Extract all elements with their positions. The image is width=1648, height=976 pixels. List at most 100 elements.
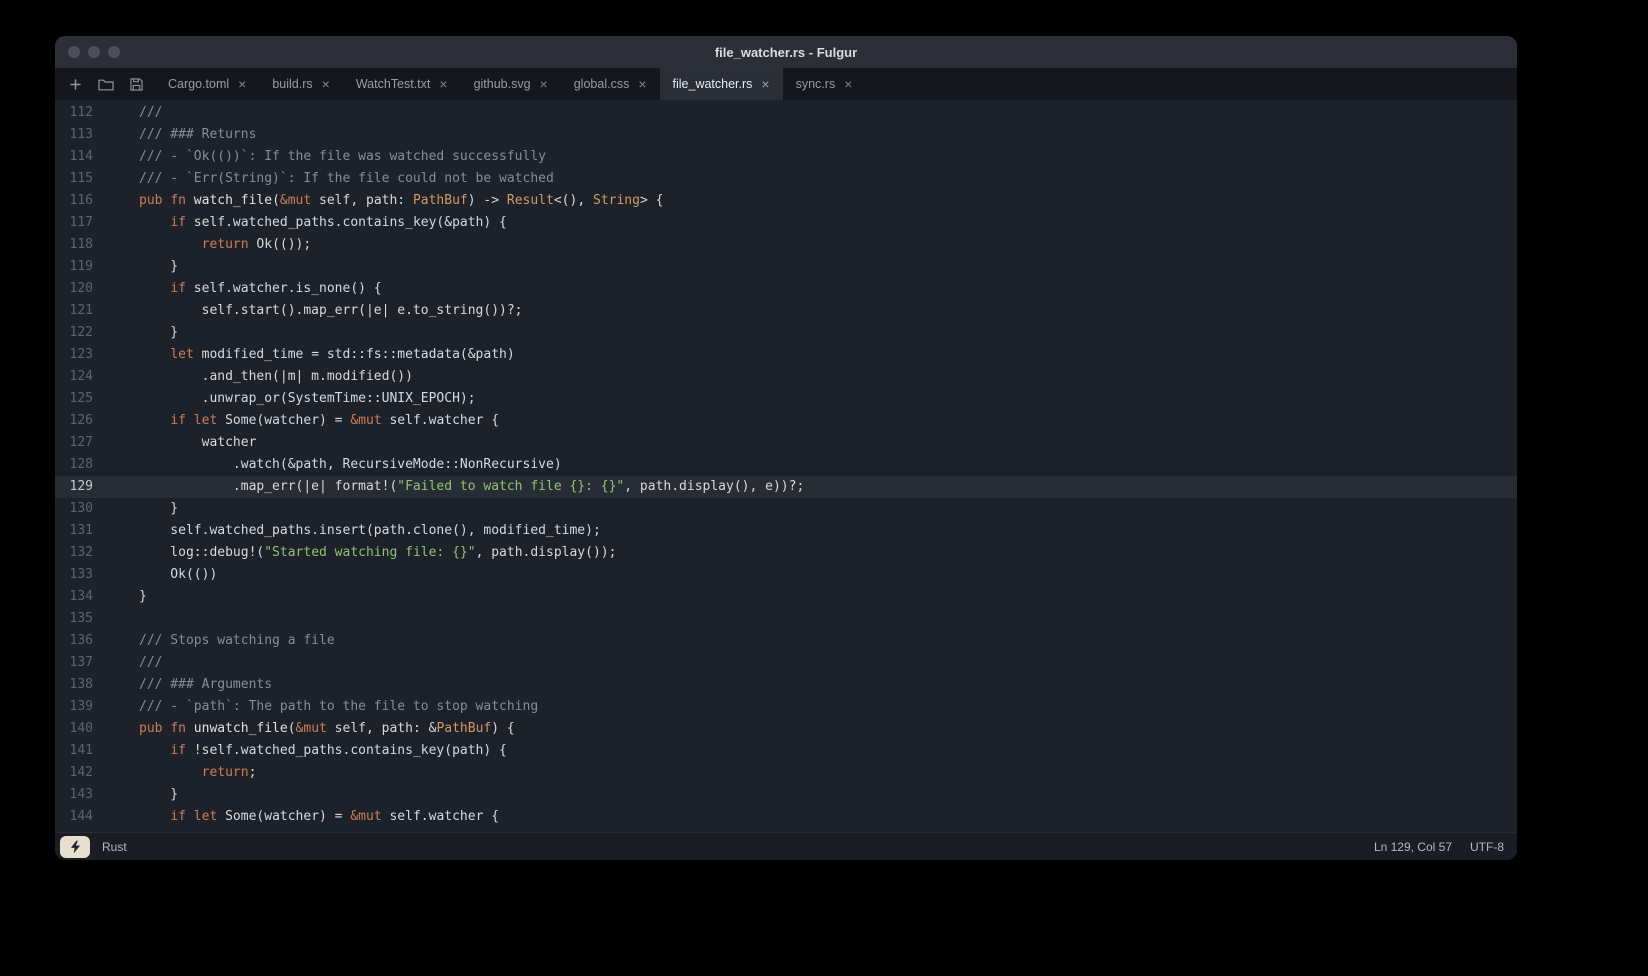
line-number: 121 xyxy=(55,300,93,322)
code-line-112[interactable]: 112/// xyxy=(55,102,1517,124)
code-line-121[interactable]: 121 self.start().map_err(|e| e.to_string… xyxy=(55,300,1517,322)
code-text: /// ### Arguments xyxy=(93,674,272,696)
line-number: 141 xyxy=(55,740,93,762)
code-text: self.start().map_err(|e| e.to_string())?… xyxy=(93,300,523,322)
line-number: 139 xyxy=(55,696,93,718)
code-line-144[interactable]: 144 if let Some(watcher) = &mut self.wat… xyxy=(55,806,1517,828)
tab-file-watcher-rs[interactable]: file_watcher.rs × xyxy=(660,68,783,100)
tab-close-button[interactable]: × xyxy=(238,77,246,91)
code-line-124[interactable]: 124 .and_then(|m| m.modified()) xyxy=(55,366,1517,388)
code-line-131[interactable]: 131 self.watched_paths.insert(path.clone… xyxy=(55,520,1517,542)
tab-close-button[interactable]: × xyxy=(844,77,852,91)
encoding-indicator[interactable]: UTF-8 xyxy=(1470,840,1504,854)
zoom-window-button[interactable] xyxy=(108,46,120,58)
tab-sync-rs[interactable]: sync.rs × xyxy=(783,68,866,100)
code-line-113[interactable]: 113/// ### Returns xyxy=(55,124,1517,146)
code-line-132[interactable]: 132 log::debug!("Started watching file: … xyxy=(55,542,1517,564)
status-right: Ln 129, Col 57 UTF-8 xyxy=(1374,840,1504,854)
code-line-135[interactable]: 135 xyxy=(55,608,1517,630)
minimize-window-button[interactable] xyxy=(88,46,100,58)
tab-label: sync.rs xyxy=(796,77,836,91)
line-number: 122 xyxy=(55,322,93,344)
code-line-127[interactable]: 127 watcher xyxy=(55,432,1517,454)
editor-window: file_watcher.rs - Fulgur Cargo.toml×buil… xyxy=(55,36,1517,860)
code-line-114[interactable]: 114/// - `Ok(())`: If the file was watch… xyxy=(55,146,1517,168)
line-number: 138 xyxy=(55,674,93,696)
code-line-125[interactable]: 125 .unwrap_or(SystemTime::UNIX_EPOCH); xyxy=(55,388,1517,410)
code-text: /// xyxy=(93,102,162,124)
code-text: .and_then(|m| m.modified()) xyxy=(93,366,413,388)
code-text: } xyxy=(93,322,178,344)
code-line-115[interactable]: 115/// - `Err(String)`: If the file coul… xyxy=(55,168,1517,190)
line-number: 116 xyxy=(55,190,93,212)
save-file-button[interactable] xyxy=(130,78,143,91)
code-line-137[interactable]: 137/// xyxy=(55,652,1517,674)
code-line-122[interactable]: 122 } xyxy=(55,322,1517,344)
tab-label: build.rs xyxy=(272,77,312,91)
code-text: log::debug!("Started watching file: {}",… xyxy=(93,542,616,564)
code-line-117[interactable]: 117 if self.watched_paths.contains_key(&… xyxy=(55,212,1517,234)
code-line-140[interactable]: 140pub fn unwatch_file(&mut self, path: … xyxy=(55,718,1517,740)
code-text: pub fn unwatch_file(&mut self, path: &Pa… xyxy=(93,718,515,740)
code-line-142[interactable]: 142 return; xyxy=(55,762,1517,784)
line-number: 124 xyxy=(55,366,93,388)
tab-actions xyxy=(55,68,155,100)
language-indicator[interactable]: Rust xyxy=(102,840,127,854)
status-left: Rust xyxy=(60,836,127,858)
tab-label: global.css xyxy=(574,77,630,91)
code-line-119[interactable]: 119 } xyxy=(55,256,1517,278)
tab-close-button[interactable]: × xyxy=(439,77,447,91)
open-file-button[interactable] xyxy=(98,78,114,91)
code-text: if !self.watched_paths.contains_key(path… xyxy=(93,740,507,762)
code-editor[interactable]: 112///113/// ### Returns114/// - `Ok(())… xyxy=(55,100,1517,832)
code-line-133[interactable]: 133 Ok(()) xyxy=(55,564,1517,586)
code-line-134[interactable]: 134} xyxy=(55,586,1517,608)
cursor-position[interactable]: Ln 129, Col 57 xyxy=(1374,840,1452,854)
code-line-123[interactable]: 123 let modified_time = std::fs::metadat… xyxy=(55,344,1517,366)
close-window-button[interactable] xyxy=(68,46,80,58)
line-number: 130 xyxy=(55,498,93,520)
code-line-126[interactable]: 126 if let Some(watcher) = &mut self.wat… xyxy=(55,410,1517,432)
tab-close-button[interactable]: × xyxy=(761,77,769,91)
code-line-120[interactable]: 120 if self.watcher.is_none() { xyxy=(55,278,1517,300)
code-text: if self.watcher.is_none() { xyxy=(93,278,382,300)
tab-bar: Cargo.toml×build.rs×WatchTest.txt×github… xyxy=(55,68,1517,100)
code-line-138[interactable]: 138/// ### Arguments xyxy=(55,674,1517,696)
code-text: if let Some(watcher) = &mut self.watcher… xyxy=(93,806,499,828)
line-number: 114 xyxy=(55,146,93,168)
code-text: /// - `Err(String)`: If the file could n… xyxy=(93,168,554,190)
tab-label: WatchTest.txt xyxy=(356,77,431,91)
code-line-143[interactable]: 143 } xyxy=(55,784,1517,806)
code-line-116[interactable]: 116pub fn watch_file(&mut self, path: Pa… xyxy=(55,190,1517,212)
titlebar[interactable]: file_watcher.rs - Fulgur xyxy=(55,36,1517,68)
code-text: /// - `Ok(())`: If the file was watched … xyxy=(93,146,546,168)
line-number: 127 xyxy=(55,432,93,454)
line-number: 113 xyxy=(55,124,93,146)
code-line-139[interactable]: 139/// - `path`: The path to the file to… xyxy=(55,696,1517,718)
code-line-130[interactable]: 130 } xyxy=(55,498,1517,520)
line-number: 135 xyxy=(55,608,93,630)
tab-close-button[interactable]: × xyxy=(638,77,646,91)
tab-close-button[interactable]: × xyxy=(540,77,548,91)
code-line-141[interactable]: 141 if !self.watched_paths.contains_key(… xyxy=(55,740,1517,762)
tab-watchtest-txt[interactable]: WatchTest.txt × xyxy=(343,68,461,100)
code-line-118[interactable]: 118 return Ok(()); xyxy=(55,234,1517,256)
new-tab-button[interactable] xyxy=(69,78,82,91)
line-number: 119 xyxy=(55,256,93,278)
code-line-128[interactable]: 128 .watch(&path, RecursiveMode::NonRecu… xyxy=(55,454,1517,476)
tab-global-css[interactable]: global.css × xyxy=(561,68,660,100)
code-text: .unwrap_or(SystemTime::UNIX_EPOCH); xyxy=(93,388,476,410)
floppy-icon xyxy=(130,78,143,91)
tab-cargo-toml[interactable]: Cargo.toml× xyxy=(155,68,259,100)
line-number: 144 xyxy=(55,806,93,828)
power-badge[interactable] xyxy=(60,836,90,858)
tab-close-button[interactable]: × xyxy=(322,77,330,91)
code-text xyxy=(93,608,139,630)
tab-label: file_watcher.rs xyxy=(673,77,753,91)
tab-build-rs[interactable]: build.rs × xyxy=(259,68,342,100)
line-number: 115 xyxy=(55,168,93,190)
tab-github-svg[interactable]: github.svg× xyxy=(461,68,561,100)
plus-icon xyxy=(69,78,82,91)
code-line-136[interactable]: 136/// Stops watching a file xyxy=(55,630,1517,652)
code-line-129[interactable]: 129 .map_err(|e| format!("Failed to watc… xyxy=(55,476,1517,498)
